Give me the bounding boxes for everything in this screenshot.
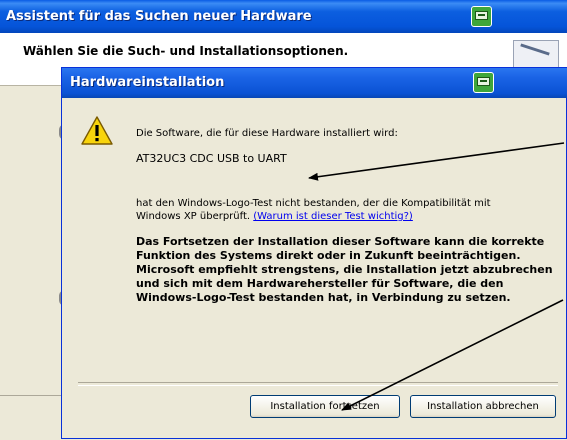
dialog-title-bar: Hardwareinstallation xyxy=(62,68,567,98)
continue-installation-button[interactable]: Installation fortsetzen xyxy=(250,395,400,418)
hardware-wizard-icon xyxy=(473,72,494,93)
abort-installation-button[interactable]: Installation abbrechen xyxy=(410,395,556,418)
intro-text: Die Software, die für diese Hardware ins… xyxy=(136,128,398,139)
dialog-content: Die Software, die für diese Hardware ins… xyxy=(66,98,562,436)
logo-test-text-cont: Windows XP überprüft. (Warum ist dieser … xyxy=(136,211,413,222)
hardware-wizard-icon xyxy=(471,6,492,27)
warning-line: Funktion des Systems direkt oder in Zuku… xyxy=(136,249,521,262)
wizard-title: Assistent für das Suchen neuer Hardware xyxy=(6,9,312,24)
wizard-title-bar: Assistent für das Suchen neuer Hardware xyxy=(0,0,567,33)
warning-line: Microsoft empfiehlt strengstens, die Ins… xyxy=(136,263,553,276)
warning-line: Das Fortsetzen der Installation dieser S… xyxy=(136,235,545,248)
logo-test-text: hat den Windows-Logo-Test nicht bestande… xyxy=(136,198,491,209)
wizard-subtitle: Wählen Sie die Such- und Installationsop… xyxy=(23,44,349,58)
device-name: AT32UC3 CDC USB to UART xyxy=(136,152,287,165)
installation-warning: Das Fortsetzen der Installation dieser S… xyxy=(136,235,554,305)
logo-test-prefix: Windows XP überprüft. xyxy=(136,211,254,222)
warning-line: Windows-Logo-Test bestanden hat, in Verb… xyxy=(136,291,511,304)
dialog-separator xyxy=(78,382,558,386)
hardware-header-icon xyxy=(513,40,559,70)
hardware-installation-dialog: Hardwareinstallation Die Software, die f… xyxy=(61,67,567,439)
dialog-title: Hardwareinstallation xyxy=(70,75,225,90)
warning-icon xyxy=(81,116,113,145)
warning-line: und sich mit dem Hardwarehersteller für … xyxy=(136,277,504,290)
why-test-link[interactable]: (Warum ist dieser Test wichtig?) xyxy=(253,211,413,222)
